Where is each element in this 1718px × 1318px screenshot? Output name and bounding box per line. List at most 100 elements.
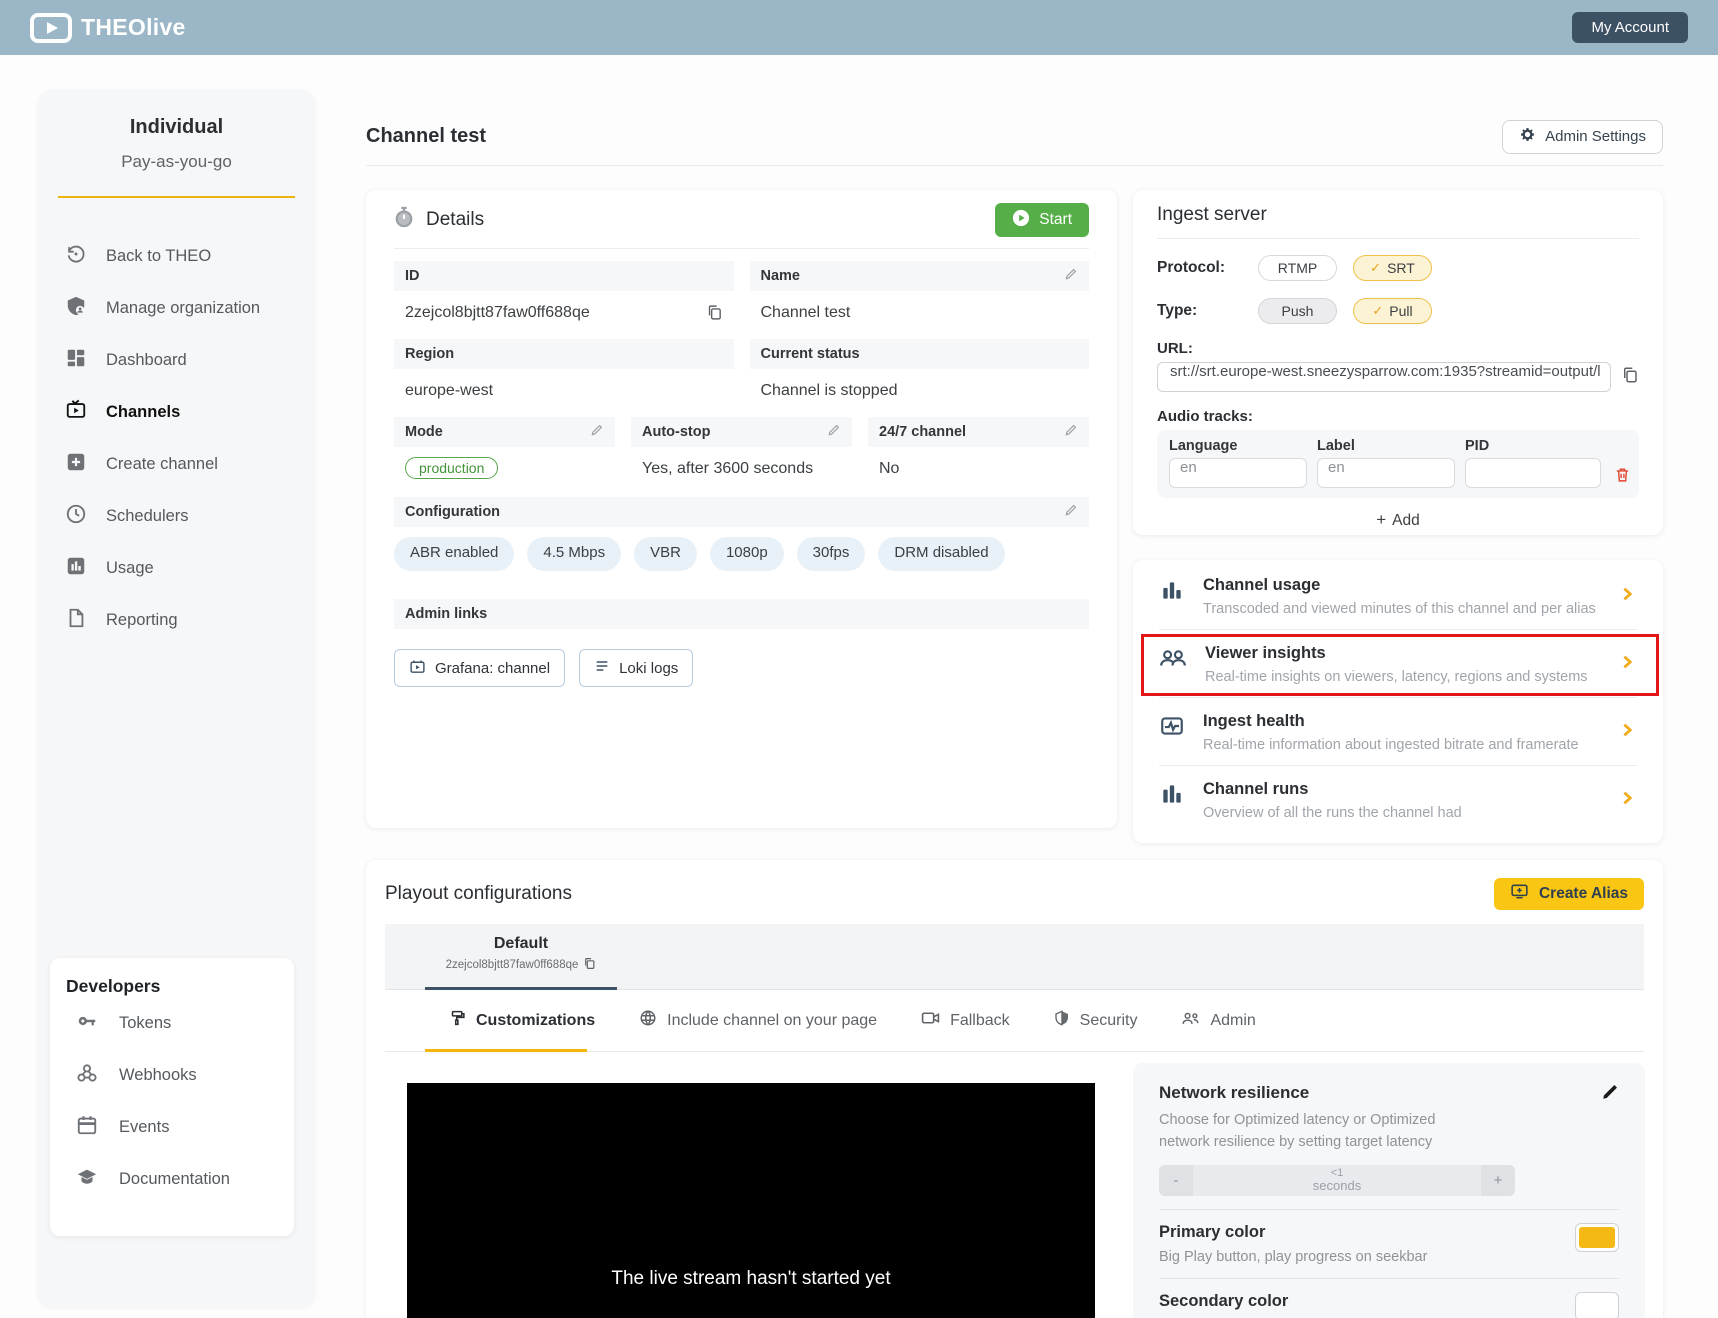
sidebar-item-webhooks[interactable]: Webhooks: [66, 1049, 294, 1101]
sidebar-item-usage[interactable]: Usage: [38, 542, 315, 594]
edit-pencil-icon[interactable]: [1601, 1083, 1619, 1106]
channel-runs-row[interactable]: Channel runs Overview of all the runs th…: [1159, 766, 1637, 834]
sidebar-item-create-channel[interactable]: Create channel: [38, 438, 315, 490]
label-column-header: Label: [1317, 438, 1455, 454]
pid-input[interactable]: [1465, 458, 1601, 488]
check-icon: ✓: [1372, 303, 1383, 319]
page-header: Channel test Admin Settings: [366, 108, 1663, 166]
latency-value-display: <1 seconds: [1193, 1165, 1481, 1196]
tab-fallback[interactable]: Fallback: [921, 1010, 1010, 1031]
customization-settings-panel: Network resilience Choose for Optimized …: [1133, 1063, 1645, 1318]
type-push-option[interactable]: Push: [1258, 298, 1337, 324]
link-title: Ingest health: [1203, 712, 1579, 731]
link-title: Channel usage: [1203, 576, 1596, 595]
secondary-color-value: [1579, 1296, 1615, 1317]
developers-title: Developers: [66, 976, 294, 997]
copy-id-icon[interactable]: [706, 304, 723, 326]
edit-mode-icon[interactable]: [590, 423, 604, 441]
brand-name: THEOlive: [81, 14, 186, 41]
alias-id: 2zejcol8bjtt87faw0ff688qe: [446, 959, 579, 971]
ingest-health-row[interactable]: Ingest health Real-time information abou…: [1159, 698, 1637, 766]
copy-url-icon[interactable]: [1621, 366, 1639, 389]
add-alias-icon: [1510, 883, 1529, 905]
school-icon: [76, 1166, 98, 1193]
tab-label: Customizations: [476, 1012, 595, 1030]
edit-autostop-icon[interactable]: [827, 423, 841, 441]
grafana-channel-button[interactable]: Grafana: channel: [394, 649, 565, 687]
accent-divider: [58, 196, 295, 198]
language-input[interactable]: en: [1169, 458, 1307, 488]
autostop-value: Yes, after 3600 seconds: [631, 447, 852, 497]
delete-track-icon[interactable]: [1614, 466, 1631, 488]
roller-icon: [449, 1009, 466, 1032]
tab-include-channel[interactable]: Include channel on your page: [639, 1009, 877, 1032]
copy-alias-id-icon[interactable]: [583, 957, 596, 973]
gear-icon: [1519, 126, 1536, 147]
audio-tracks-label: Audio tracks:: [1157, 408, 1639, 425]
my-account-button[interactable]: My Account: [1572, 12, 1688, 43]
sidebar-item-manage-organization[interactable]: Manage organization: [38, 282, 315, 334]
bar-chart-icon: [65, 555, 87, 582]
secondary-color-swatch[interactable]: [1575, 1292, 1619, 1318]
details-card-title: Details: [394, 206, 484, 234]
config-chip: 4.5 Mbps: [527, 537, 621, 571]
sidebar-item-label: Tokens: [119, 1014, 171, 1033]
list-icon: [594, 658, 610, 678]
channel-usage-row[interactable]: Channel usage Transcoded and viewed minu…: [1159, 562, 1637, 630]
mode-value-row: production: [394, 447, 615, 497]
tab-customizations[interactable]: Customizations: [449, 1009, 595, 1032]
label-input[interactable]: en: [1317, 458, 1455, 488]
plan-name: Pay-as-you-go: [38, 152, 315, 172]
config-chip: DRM disabled: [878, 537, 1004, 571]
sidebar-item-label: Back to THEO: [106, 247, 211, 266]
edit-configuration-icon[interactable]: [1064, 503, 1078, 521]
dashboard-icon: [65, 347, 87, 374]
name-label-row: Name: [750, 261, 1090, 291]
loki-logs-button[interactable]: Loki logs: [579, 649, 693, 687]
ingest-server-title: Ingest server: [1157, 204, 1639, 226]
plus-square-icon: [65, 451, 87, 478]
link-title: Viewer insights: [1205, 644, 1588, 663]
pid-column-header: PID: [1465, 438, 1601, 454]
tab-security[interactable]: Security: [1054, 1009, 1138, 1032]
sidebar-item-events[interactable]: Events: [66, 1101, 294, 1153]
protocol-rtmp-option[interactable]: RTMP: [1258, 255, 1337, 281]
video-player[interactable]: The live stream hasn't started yet: [407, 1083, 1095, 1318]
tab-admin[interactable]: Admin: [1181, 1010, 1255, 1031]
alias-tab-default[interactable]: Default 2zejcol8bjtt87faw0ff688qe: [425, 924, 617, 990]
sidebar-item-schedulers[interactable]: Schedulers: [38, 490, 315, 542]
latency-increase-button[interactable]: +: [1481, 1165, 1515, 1196]
latency-decrease-button[interactable]: -: [1159, 1165, 1193, 1196]
tab-label: Fallback: [950, 1012, 1010, 1030]
sidebar-item-back-to-theo[interactable]: Back to THEO: [38, 230, 315, 282]
edit-channel247-icon[interactable]: [1064, 423, 1078, 441]
sidebar-item-label: Dashboard: [106, 351, 187, 370]
sidebar-item-dashboard[interactable]: Dashboard: [38, 334, 315, 386]
plus-icon: +: [1376, 510, 1386, 529]
top-header: THEOlive My Account: [0, 0, 1718, 55]
sidebar-item-channels[interactable]: Channels: [38, 386, 315, 438]
ingest-url-input[interactable]: srt://srt.europe-west.sneezysparrow.com:…: [1157, 362, 1611, 392]
sidebar-item-label: Schedulers: [106, 507, 189, 526]
admin-settings-button[interactable]: Admin Settings: [1502, 120, 1663, 154]
theolive-logo[interactable]: THEOlive: [30, 13, 186, 43]
primary-color-swatch[interactable]: [1575, 1223, 1619, 1252]
language-column-header: Language: [1169, 438, 1307, 454]
sidebar-item-reporting[interactable]: Reporting: [38, 594, 315, 646]
sidebar-item-tokens[interactable]: Tokens: [66, 997, 294, 1049]
sidebar-item-documentation[interactable]: Documentation: [66, 1153, 294, 1205]
type-label: Type:: [1157, 302, 1258, 320]
start-button[interactable]: Start: [995, 203, 1089, 237]
sidebar: Individual Pay-as-you-go Back to THEO Ma…: [38, 90, 315, 1307]
create-alias-button[interactable]: Create Alias: [1494, 878, 1644, 910]
tv-icon: [65, 399, 87, 426]
ingest-server-card: Ingest server Protocol: RTMP ✓SRT Type: …: [1133, 190, 1663, 535]
type-pull-option[interactable]: ✓Pull: [1353, 298, 1432, 324]
sidebar-item-label: Webhooks: [119, 1066, 197, 1085]
id-label-row: ID: [394, 261, 734, 291]
add-track-button[interactable]: +Add: [1157, 510, 1639, 530]
protocol-srt-option[interactable]: ✓SRT: [1353, 255, 1432, 281]
viewer-insights-row[interactable]: Viewer insights Real-time insights on vi…: [1159, 630, 1637, 698]
link-description: Real-time insights on viewers, latency, …: [1205, 669, 1588, 685]
edit-name-icon[interactable]: [1064, 267, 1078, 285]
